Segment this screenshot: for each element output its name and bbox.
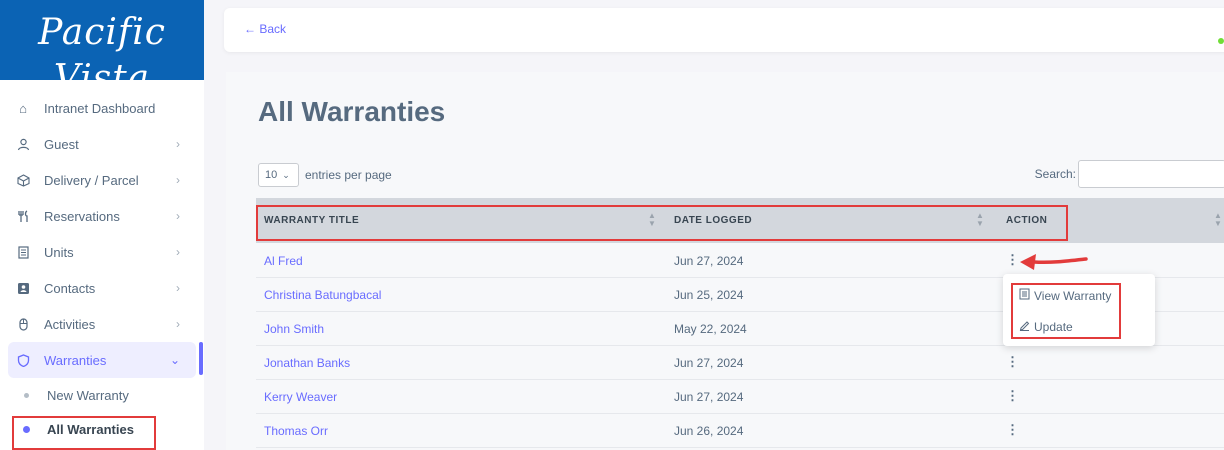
chevron-right-icon: › xyxy=(176,209,180,223)
sidebar-item-warranties[interactable]: Warranties ⌄ xyxy=(8,342,196,378)
sidebar-item-label: Warranties xyxy=(44,352,107,368)
date-logged-cell: May 22, 2024 xyxy=(674,322,747,336)
user-icon xyxy=(16,137,30,151)
warranty-title-link[interactable]: Kerry Weaver xyxy=(264,390,337,404)
home-icon: ⌂ xyxy=(19,100,27,116)
chevron-right-icon: › xyxy=(176,245,180,259)
highlight-box-table-header xyxy=(256,205,1068,241)
sidebar-item-label: Reservations xyxy=(44,208,120,224)
sidebar-item-contacts[interactable]: Contacts › xyxy=(8,270,196,306)
search-label: Search: xyxy=(1034,167,1076,181)
sidebar-item-intranet-dashboard[interactable]: ⌂ Intranet Dashboard xyxy=(8,90,196,126)
sidebar-menu: ⌂ Intranet Dashboard Guest › Delivery / … xyxy=(8,90,196,446)
sidebar-item-label: Guest xyxy=(44,136,79,152)
warranty-title-link[interactable]: Jonathan Banks xyxy=(264,356,350,370)
row-action-menu-icon[interactable]: ⋮ xyxy=(1006,388,1019,404)
package-icon xyxy=(16,173,30,187)
chevron-right-icon: › xyxy=(176,173,180,187)
chevron-down-icon: ⌄ xyxy=(282,169,290,180)
chevron-right-icon: › xyxy=(176,137,180,151)
sidebar-item-guest[interactable]: Guest › xyxy=(8,126,196,162)
search-input[interactable] xyxy=(1078,160,1224,188)
entries-per-page: 10 ⌄ entries per page xyxy=(258,163,392,187)
mouse-icon xyxy=(16,317,30,331)
sidebar-item-delivery-parcel[interactable]: Delivery / Parcel › xyxy=(8,162,196,198)
warranty-title-link[interactable]: John Smith xyxy=(264,322,324,336)
sidebar-subitem-label: New Warranty xyxy=(47,387,129,403)
table-row: Jonathan Banks Jun 27, 2024 ⋮ xyxy=(256,346,1224,380)
sidebar: Pacific Vista BY THE BEACH ⌂ Intranet Da… xyxy=(0,0,204,450)
utensils-icon xyxy=(16,209,30,223)
sidebar-item-label: Activities xyxy=(44,316,96,332)
table-row: Kerry Weaver Jun 27, 2024 ⋮ xyxy=(256,380,1224,414)
warranty-title-link[interactable]: Christina Batungbacal xyxy=(264,288,381,302)
sort-icon: ▲ ▼ xyxy=(1214,211,1222,228)
building-icon xyxy=(16,245,30,259)
entries-select[interactable]: 10 ⌄ xyxy=(258,163,299,187)
chevron-down-icon: ⌄ xyxy=(169,353,180,367)
date-logged-cell: Jun 25, 2024 xyxy=(674,288,744,302)
sidebar-item-label: Delivery / Parcel xyxy=(44,172,139,188)
warranty-title-link[interactable]: Al Fred xyxy=(264,254,303,268)
table-row: Thomas Orr Jun 26, 2024 ⋮ xyxy=(256,414,1224,448)
sidebar-item-label: Units xyxy=(44,244,74,260)
sidebar-item-label: Intranet Dashboard xyxy=(44,100,156,116)
date-logged-cell: Jun 27, 2024 xyxy=(674,390,744,404)
entries-select-value: 10 xyxy=(265,169,278,181)
page-title: All Warranties xyxy=(258,96,446,127)
red-arrow-annotation xyxy=(1020,254,1088,270)
sidebar-scrollbar[interactable] xyxy=(199,342,203,375)
chevron-right-icon: › xyxy=(176,281,180,295)
sidebar-item-reservations[interactable]: Reservations › xyxy=(8,198,196,234)
highlight-box-all-warranties xyxy=(12,416,156,450)
entries-label: entries per page xyxy=(305,168,392,182)
sidebar-subitem-new-warranty[interactable]: New Warranty xyxy=(8,378,196,412)
back-link[interactable]: ← Back xyxy=(244,22,286,36)
warranty-title-link[interactable]: Thomas Orr xyxy=(264,424,328,438)
date-logged-cell: Jun 26, 2024 xyxy=(674,424,744,438)
date-logged-cell: Jun 27, 2024 xyxy=(674,356,744,370)
row-action-menu-icon[interactable]: ⋮ xyxy=(1006,422,1019,438)
sidebar-item-activities[interactable]: Activities › xyxy=(8,306,196,342)
online-status-icon xyxy=(1218,38,1224,44)
table-search: Search: xyxy=(1035,160,1224,188)
bullet-icon xyxy=(24,392,29,398)
topbar: ← Back Us xyxy=(224,8,1224,52)
sidebar-item-units[interactable]: Units › xyxy=(8,234,196,270)
sidebar-item-label: Contacts xyxy=(44,280,96,296)
row-action-menu-icon[interactable]: ⋮ xyxy=(1006,354,1019,370)
date-logged-cell: Jun 27, 2024 xyxy=(674,254,744,268)
shield-icon xyxy=(16,353,30,367)
brand-title: Pacific Vista xyxy=(38,12,166,99)
contact-card-icon xyxy=(16,281,30,295)
chevron-right-icon: › xyxy=(176,317,180,331)
highlight-box-dropdown xyxy=(1011,283,1121,339)
brand-logo[interactable]: Pacific Vista BY THE BEACH xyxy=(0,0,204,108)
